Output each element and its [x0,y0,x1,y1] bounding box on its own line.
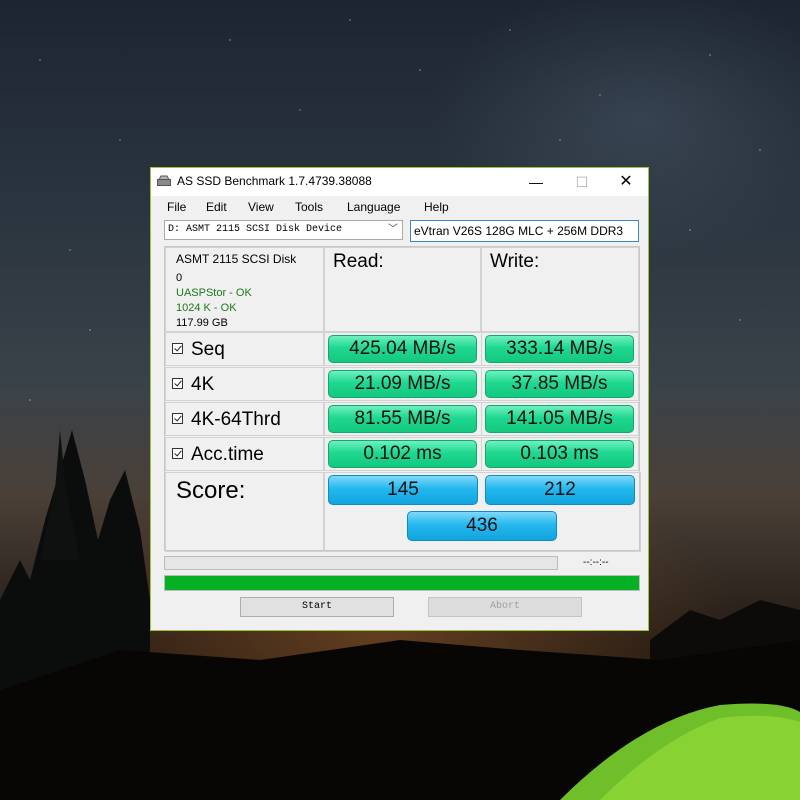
minimize-button[interactable]: — [513,168,559,196]
seq-write-value: 333.14 MB/s [485,335,634,363]
alignment-status: 1024 K - OK [176,302,237,314]
close-button[interactable]: ✕ [603,168,649,196]
4k-read-value: 21.09 MB/s [328,370,477,398]
menu-view[interactable]: View [248,200,274,214]
4k64-read-cell: 81.55 MB/s [324,402,482,436]
acctime-write-cell: 0.103 ms [481,437,639,471]
as-ssd-window: AS SSD Benchmark 1.7.4739.38088 — ☐ ✕ Fi… [150,167,649,631]
seq-read-cell: 425.04 MB/s [324,332,482,366]
row-seq-label: Seq [191,339,225,360]
score-read-value: 145 [328,475,478,505]
menu-file[interactable]: File [167,200,186,214]
row-acctime-label: Acc.time [191,444,264,465]
score-label: Score: [176,477,246,504]
score-write-value: 212 [485,475,635,505]
read-header-cell: Read: [324,247,481,332]
row-seq-label-cell: Seq [165,332,324,366]
score-label-cell: Score: [165,472,324,552]
drive-capacity: 117.99 GB [176,317,228,329]
score-values-cell: 145 212 436 [324,472,641,552]
acctime-read-cell: 0.102 ms [324,437,482,471]
abort-button[interactable]: Abort [428,597,582,617]
acctime-read-value: 0.102 ms [328,440,477,468]
driver-status: UASPStor - OK [176,287,252,299]
acctime-checkbox[interactable] [172,448,183,459]
drive-select[interactable]: D: ASMT 2115 SCSI Disk Device ﹀ [164,220,403,240]
4k-checkbox[interactable] [172,378,183,389]
row-acctime-label-cell: Acc.time [165,437,324,471]
maximize-button[interactable]: ☐ [559,168,605,196]
drive-index: 0 [176,272,183,284]
drive-name: ASMT 2115 SCSI Disk [176,252,297,266]
row-4k-label: 4K [191,374,215,395]
chevron-down-icon[interactable]: ﹀ [388,221,398,239]
hard-disk-icon [157,175,171,186]
window-title: AS SSD Benchmark 1.7.4739.38088 [177,174,372,188]
title-bar[interactable]: AS SSD Benchmark 1.7.4739.38088 — ☐ ✕ [151,168,648,196]
read-header: Read: [333,251,384,272]
menu-language[interactable]: Language [347,200,400,214]
4k-read-cell: 21.09 MB/s [324,367,482,401]
menu-bar: File Edit View Tools Language Help [151,196,648,218]
4k-write-cell: 37.85 MB/s [481,367,639,401]
drive-info-panel: ASMT 2115 SCSI Disk 0 UASPStor - OK 1024… [165,247,324,332]
overall-progress-bar [164,575,640,591]
test-progress-bar [164,556,558,570]
4k-write-value: 37.85 MB/s [485,370,634,398]
acctime-write-value: 0.103 ms [485,440,634,468]
start-button[interactable]: Start [240,597,394,617]
score-total-value: 436 [407,511,557,541]
menu-tools[interactable]: Tools [295,200,323,214]
drive-model-field[interactable]: eVtran V26S 128G MLC + 256M DDR3 [410,220,639,242]
menu-help[interactable]: Help [424,200,449,214]
4k64-read-value: 81.55 MB/s [328,405,477,433]
4k64-checkbox[interactable] [172,413,183,424]
drive-select-value: D: ASMT 2115 SCSI Disk Device [168,224,343,235]
write-header: Write: [490,251,540,272]
menu-edit[interactable]: Edit [206,200,227,214]
elapsed-time: --:--:-- [583,557,609,568]
overall-progress-fill [165,576,639,590]
4k64-write-value: 141.05 MB/s [485,405,634,433]
write-header-cell: Write: [481,247,639,332]
seq-checkbox[interactable] [172,343,183,354]
row-4k64-label-cell: 4K-64Thrd [165,402,324,436]
4k64-write-cell: 141.05 MB/s [481,402,639,436]
row-4k64-label: 4K-64Thrd [191,409,281,430]
seq-read-value: 425.04 MB/s [328,335,477,363]
results-grid: ASMT 2115 SCSI Disk 0 UASPStor - OK 1024… [164,246,641,552]
row-4k-label-cell: 4K [165,367,324,401]
seq-write-cell: 333.14 MB/s [481,332,639,366]
